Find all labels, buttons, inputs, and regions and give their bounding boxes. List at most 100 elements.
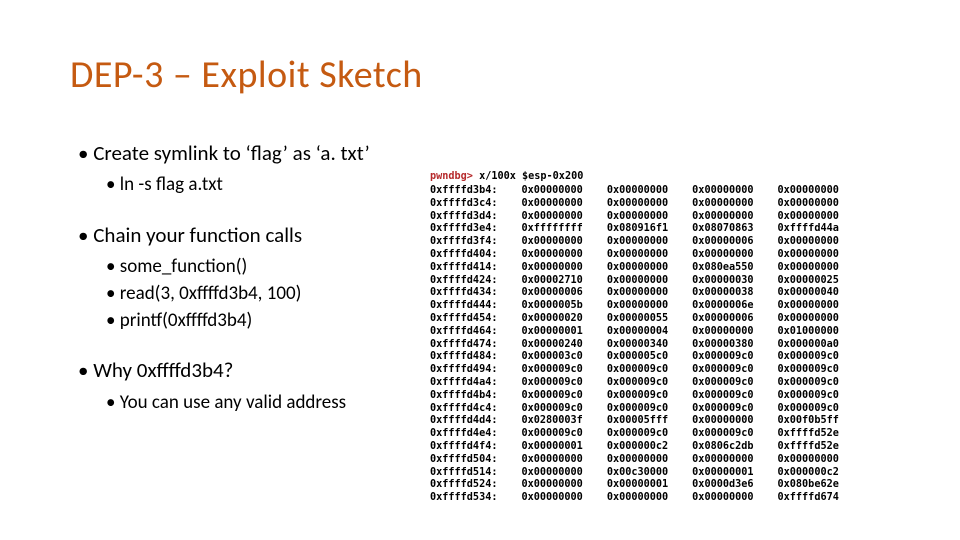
- memory-address: 0xffffd534: [430, 492, 497, 505]
- memory-value: 0x00000030: [692, 275, 753, 288]
- memory-value: 0x000009c0: [778, 390, 839, 403]
- memory-value: 0x000009c0: [521, 377, 582, 390]
- memory-value-column: 0x000000000x000000000x000000000x08070863…: [692, 185, 753, 505]
- memory-value: 0x00000000: [521, 185, 582, 198]
- memory-address: 0xffffd484: [430, 351, 497, 364]
- bullet-item: Create symlink to ‘flag’ as ‘a. txt’ ln …: [78, 140, 438, 198]
- sub-bullet: ln -s flag a.txt: [106, 173, 438, 198]
- memory-value: 0x000005c0: [607, 351, 668, 364]
- memory-value: 0x00000000: [521, 479, 582, 492]
- memory-value: 0x00000020: [521, 313, 582, 326]
- memory-value: 0x00000380: [692, 339, 753, 352]
- bullet-item: Chain your function calls some_function(…: [78, 222, 438, 333]
- memory-value: 0xffffd52e: [778, 441, 839, 454]
- memory-value: 0x000009c0: [607, 364, 668, 377]
- bullet-text: Create symlink to ‘flag’ as ‘a. txt’: [78, 140, 370, 166]
- memory-value: 0x00000055: [607, 313, 668, 326]
- bullet-text: Why 0xffffd3b4?: [78, 357, 233, 383]
- memory-value: 0x00000000: [692, 198, 753, 211]
- memory-value: 0x00000000: [521, 249, 582, 262]
- debugger-command: x/100x $esp-0x200: [479, 171, 583, 182]
- memory-value: 0x00000000: [607, 249, 668, 262]
- memory-value: 0x000009c0: [521, 403, 582, 416]
- memory-dump: pwndbg> x/100x $esp-0x200 0xffffd3b40xff…: [430, 185, 839, 505]
- memory-value: 0x00000000: [692, 454, 753, 467]
- memory-value: 0x00000000: [607, 454, 668, 467]
- memory-address: 0xffffd3f4: [430, 236, 497, 249]
- memory-value: 0x00000240: [521, 339, 582, 352]
- memory-value: 0x080ea550: [692, 262, 753, 275]
- memory-address: 0xffffd494: [430, 364, 497, 377]
- memory-value: 0x00000000: [778, 185, 839, 198]
- memory-address: 0xffffd3c4: [430, 198, 497, 211]
- debugger-prompt: pwndbg>: [430, 171, 473, 182]
- memory-dump-header: pwndbg> x/100x $esp-0x200: [430, 171, 583, 184]
- memory-value: 0x000009c0: [692, 403, 753, 416]
- sub-bullet: some_function(): [106, 255, 438, 280]
- memory-value: 0xffffd674: [778, 492, 839, 505]
- memory-value: 0x00000025: [778, 275, 839, 288]
- memory-value: 0x000000c2: [778, 467, 839, 480]
- memory-value: 0x00000006: [692, 313, 753, 326]
- memory-address: 0xffffd4d4: [430, 415, 497, 428]
- memory-value: 0x0000d3e6: [692, 479, 753, 492]
- memory-value: 0x00000000: [778, 236, 839, 249]
- memory-value: 0x00000000: [521, 211, 582, 224]
- slide-title: DEP-3 – Exploit Sketch: [70, 52, 423, 98]
- memory-value: 0x00000000: [607, 262, 668, 275]
- memory-address: 0xffffd524: [430, 479, 497, 492]
- memory-value: 0x00000001: [607, 479, 668, 492]
- memory-value: 0x000009c0: [607, 377, 668, 390]
- memory-address: 0xffffd3d4: [430, 211, 497, 224]
- memory-value: 0x00000000: [692, 326, 753, 339]
- memory-value: 0x01000000: [778, 326, 839, 339]
- memory-value: 0x00000038: [692, 287, 753, 300]
- memory-value: 0x00000000: [607, 492, 668, 505]
- memory-value: 0x08070863: [692, 223, 753, 236]
- memory-value: 0x00000001: [521, 326, 582, 339]
- memory-value: 0x00000000: [607, 300, 668, 313]
- memory-value: 0x00000006: [521, 287, 582, 300]
- sub-bullet: read(3, 0xffffd3b4, 100): [106, 282, 438, 307]
- memory-value: 0x000009c0: [607, 390, 668, 403]
- memory-value: 0x000009c0: [778, 351, 839, 364]
- memory-value: 0x000003c0: [521, 351, 582, 364]
- bullet-text: Chain your function calls: [78, 222, 302, 248]
- memory-value: 0xffffd44a: [778, 223, 839, 236]
- memory-value: 0x080be62e: [778, 479, 839, 492]
- sub-bullet: You can use any valid address: [106, 391, 438, 416]
- memory-value: 0x000009c0: [521, 364, 582, 377]
- memory-value: 0x000009c0: [778, 364, 839, 377]
- memory-value: 0x080916f1: [607, 223, 668, 236]
- memory-address: 0xffffd424: [430, 275, 497, 288]
- memory-value: 0x00000340: [607, 339, 668, 352]
- memory-address: 0xffffd414: [430, 262, 497, 275]
- memory-address: 0xffffd3b4: [430, 185, 497, 198]
- memory-address: 0xffffd4b4: [430, 390, 497, 403]
- memory-address: 0xffffd434: [430, 287, 497, 300]
- memory-value-column: 0x000000000x000000000x000000000xffffd44a…: [778, 185, 839, 505]
- memory-value: 0x0000005b: [521, 300, 582, 313]
- memory-value: 0x000009c0: [692, 428, 753, 441]
- memory-address: 0xffffd474: [430, 339, 497, 352]
- memory-value: 0x00000000: [692, 211, 753, 224]
- memory-value: 0x0806c2db: [692, 441, 753, 454]
- memory-value: 0x0280003f: [521, 415, 582, 428]
- memory-value: 0x00000000: [778, 262, 839, 275]
- memory-value: 0x0000006e: [692, 300, 753, 313]
- memory-value: 0x00000001: [521, 441, 582, 454]
- memory-value: 0x00000000: [692, 415, 753, 428]
- memory-value: 0x00000000: [607, 275, 668, 288]
- memory-address: 0xffffd454: [430, 313, 497, 326]
- memory-address-column: 0xffffd3b40xffffd3c40xffffd3d40xffffd3e4…: [430, 185, 497, 505]
- memory-address: 0xffffd4c4: [430, 403, 497, 416]
- memory-value: 0x00000001: [692, 467, 753, 480]
- bullet-item: Why 0xffffd3b4? You can use any valid ad…: [78, 357, 438, 415]
- memory-value: 0x00000000: [778, 198, 839, 211]
- memory-address: 0xffffd4e4: [430, 428, 497, 441]
- memory-value: 0x000009c0: [778, 377, 839, 390]
- sub-bullet: printf(0xffffd3b4): [106, 309, 438, 334]
- memory-value: 0x000009c0: [778, 403, 839, 416]
- memory-value: 0x000000a0: [778, 339, 839, 352]
- memory-value: 0x000009c0: [692, 351, 753, 364]
